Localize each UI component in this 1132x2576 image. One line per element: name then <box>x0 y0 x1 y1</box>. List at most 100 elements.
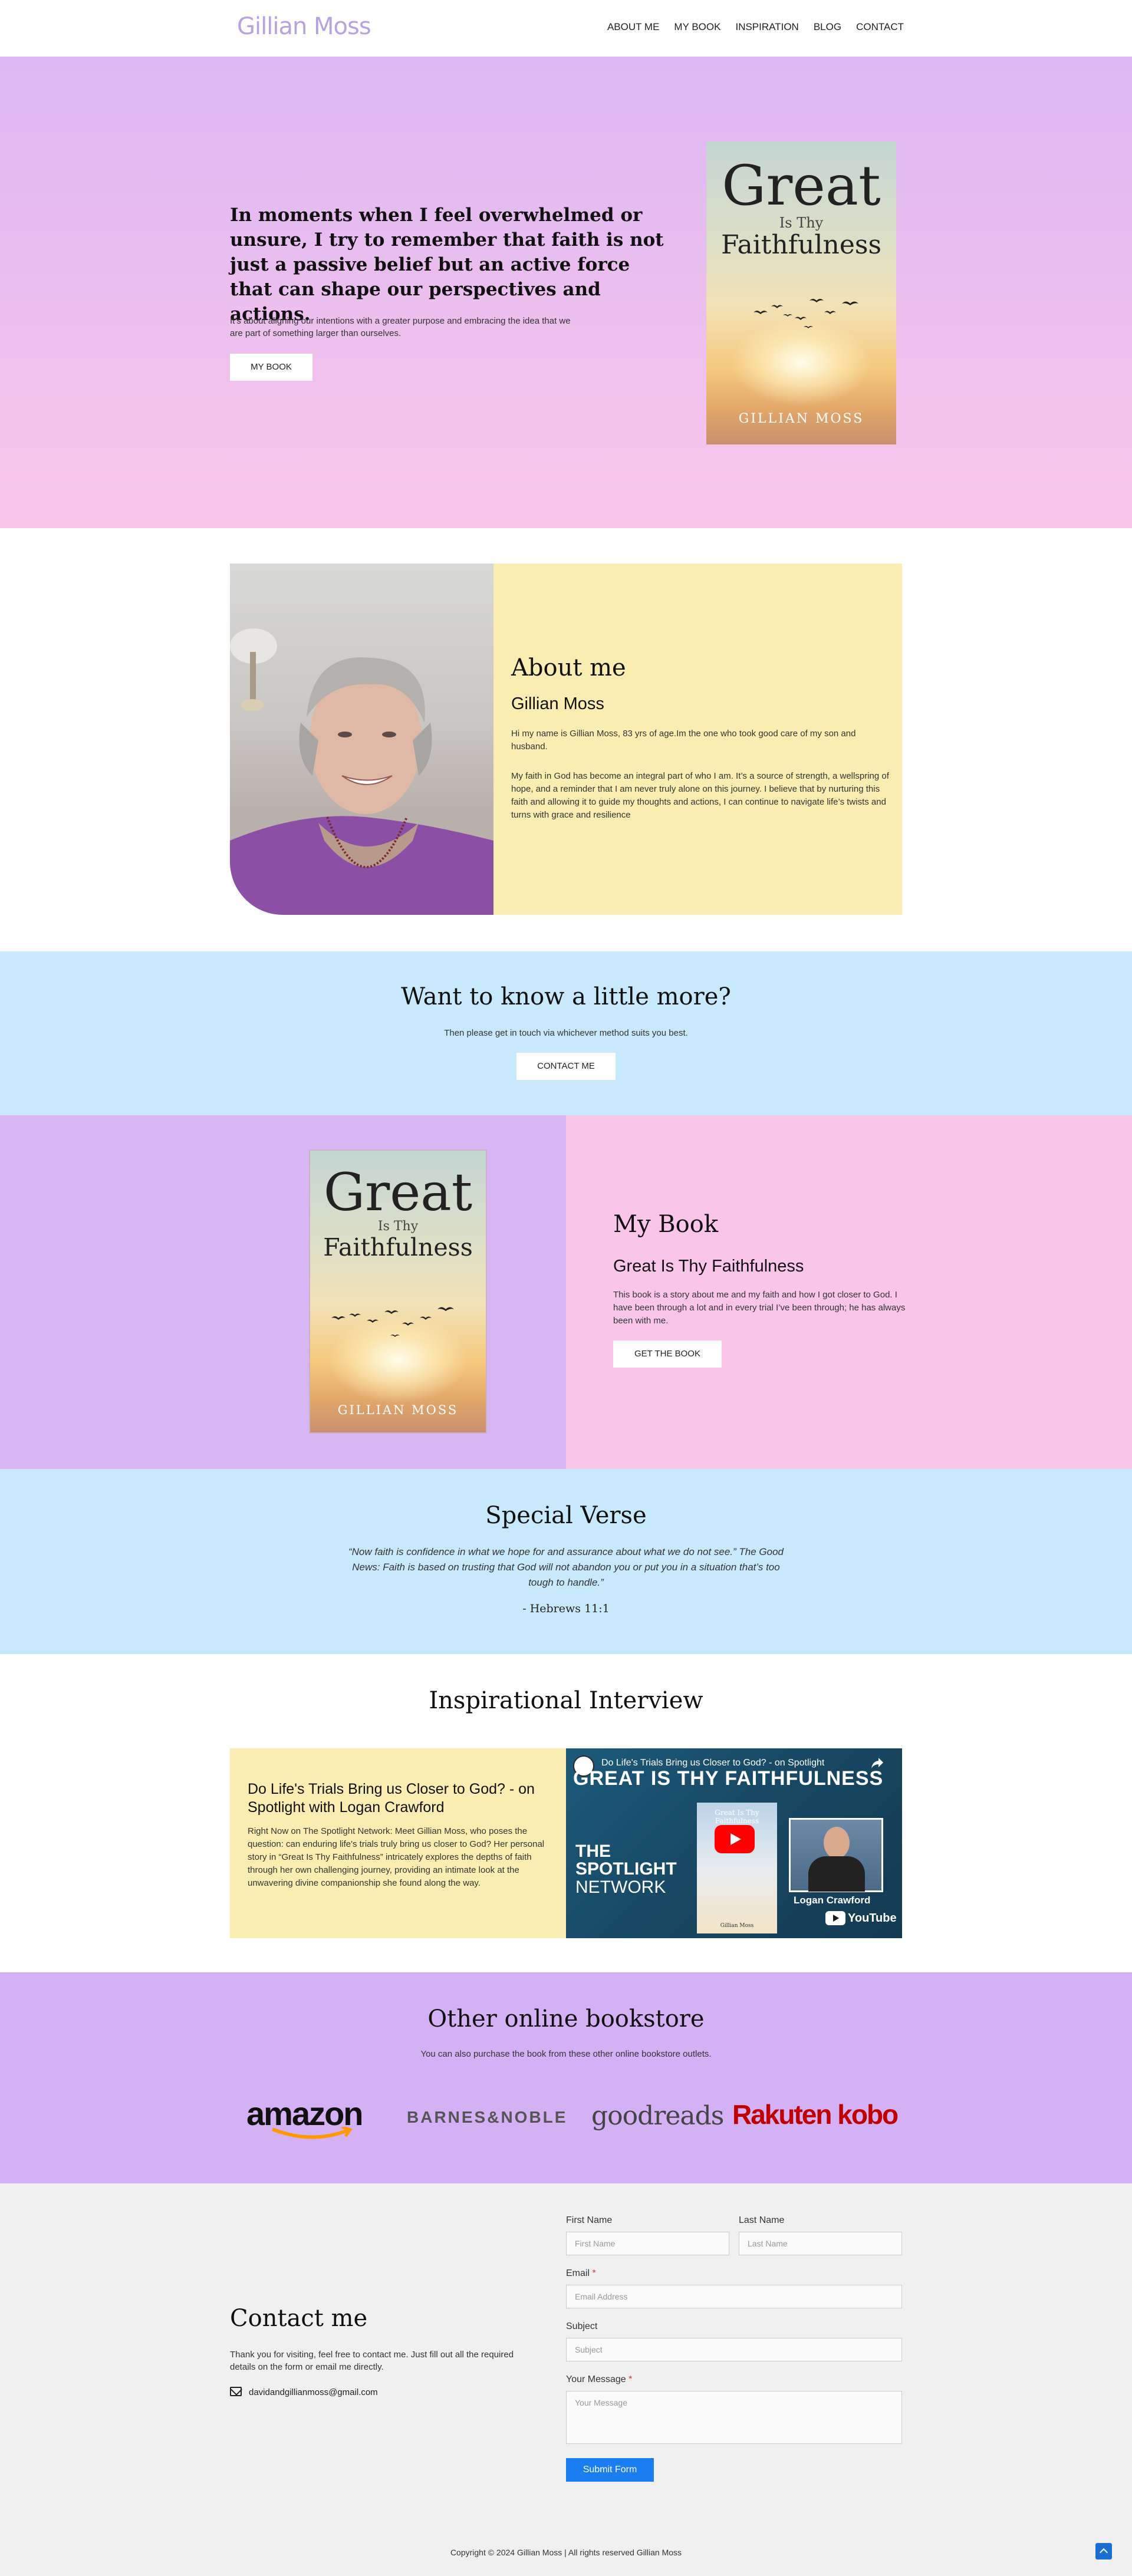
hero-subtext: It’s about aligning our intentions with … <box>230 316 571 338</box>
hero-quote: In moments when I feel overwhelmed or un… <box>230 205 664 325</box>
get-the-book-button[interactable]: GET THE BOOK <box>613 1340 722 1368</box>
interview-title: Inspirational Interview <box>429 1687 703 1714</box>
nav-blog[interactable]: BLOG <box>814 21 841 33</box>
interview-text-box: Do Life's Trials Bring us Closer to God?… <box>230 1748 566 1938</box>
gillian-portrait-photo <box>230 564 493 915</box>
cover-title-great: Great <box>722 154 881 218</box>
hero-book-cover: Great Is Thy Faithfulness GILLIAN MOSS <box>706 141 896 444</box>
birds-icon <box>753 299 858 328</box>
message-textarea[interactable]: Your Message <box>566 2391 902 2444</box>
youtube-play-button[interactable] <box>715 1825 755 1853</box>
stores-subtitle: You can also purchase the book from thes… <box>420 2049 712 2059</box>
network-line-3: NETWORK <box>575 1877 666 1897</box>
copyright-text: Copyright © 2024 Gillian Moss | All righ… <box>450 2548 682 2557</box>
amazon-wordmark: amazon <box>246 2095 364 2132</box>
hero-section: In moments when I feel overwhelmed or un… <box>0 57 1132 528</box>
contact-intro: Thank you for visiting, feel free to con… <box>230 2350 514 2372</box>
required-mark: * <box>628 2374 633 2384</box>
cover-title-is-thy: Is Thy <box>377 1219 419 1234</box>
first-name-label: First Name <box>566 2215 613 2225</box>
interview-headline: Do Life's Trials Bring us Closer to God?… <box>248 1781 535 1816</box>
about-title: About me <box>511 654 626 681</box>
mini-cover-title: Great Is Thy Faithfulness <box>715 1809 759 1825</box>
contact-section: Contact me Thank you for visiting, feel … <box>0 2183 1132 2576</box>
verse-reference: - Hebrews 11:1 <box>522 1602 610 1615</box>
video-mini-cover: Great Is Thy Faithfulness Gillian Moss <box>697 1803 777 1933</box>
message-label-text: Your Message <box>566 2374 626 2384</box>
play-icon <box>730 1833 741 1845</box>
my-book-cover-panel: Great Is Thy Faithfulness GILLIAN MOSS <box>0 1115 566 1469</box>
about-paragraph-1: Hi my name is Gillian Moss, 83 yrs of ag… <box>511 729 856 752</box>
subject-field[interactable]: Subject <box>566 2338 902 2361</box>
site-logo[interactable]: Gillian Moss <box>237 13 371 40</box>
cover-author: GILLIAN MOSS <box>738 411 864 426</box>
contact-title: Contact me <box>230 2305 368 2332</box>
rakuten-kobo-logo[interactable]: Rakuten kobo <box>732 2099 899 2130</box>
youtube-logo: YouTube <box>825 1911 897 1925</box>
mail-icon <box>230 2387 242 2396</box>
portrait-illustration <box>230 628 493 915</box>
email-label-text: Email <box>566 2268 590 2278</box>
host-name: Logan Crawford <box>794 1895 871 1906</box>
nav-contact[interactable]: CONTACT <box>856 21 904 33</box>
network-line-2: SPOTLIGHT <box>575 1859 677 1879</box>
know-more-section: Want to know a little more? Then please … <box>0 951 1132 1115</box>
youtube-wordmark: YouTube <box>848 1911 897 1925</box>
nav-about-me[interactable]: ABOUT ME <box>607 21 659 33</box>
interview-description: Right Now on The Spotlight Network: Meet… <box>248 1826 545 1888</box>
goodreads-logo[interactable]: goodreads <box>591 2101 724 2131</box>
contact-me-button[interactable]: CONTACT ME <box>516 1053 616 1080</box>
message-label: Your Message * <box>566 2374 632 2385</box>
my-book-button[interactable]: MY BOOK <box>230 354 312 381</box>
interview-section: Inspirational Interview Do Life's Trials… <box>0 1654 1132 1972</box>
about-paragraph-2: My faith in God has become an integral p… <box>511 771 889 820</box>
last-name-label: Last Name <box>739 2215 785 2225</box>
amazon-logo[interactable]: amazon <box>246 2097 383 2139</box>
my-book-cover: Great Is Thy Faithfulness GILLIAN MOSS <box>309 1149 487 1434</box>
about-section: About me Gillian Moss Hi my name is Gill… <box>230 564 902 915</box>
contact-email-link[interactable]: davidandgillianmoss@gmail.com <box>249 2387 378 2397</box>
site-header: Gillian Moss ABOUT ME MY BOOK INSPIRATIO… <box>0 0 1132 57</box>
about-name: Gillian Moss <box>511 694 604 713</box>
youtube-video-embed[interactable]: Do Life's Trials Bring us Closer to God?… <box>566 1748 902 1938</box>
mini-cover-author: Gillian Moss <box>720 1923 754 1929</box>
spotlight-network-logo: THE SPOTLIGHT NETWORK <box>575 1843 677 1897</box>
know-more-title: Want to know a little more? <box>401 983 731 1010</box>
email-label: Email * <box>566 2268 596 2279</box>
cover-title-faithfulness: Faithfulness <box>323 1233 473 1261</box>
network-line-1: THE <box>575 1842 611 1861</box>
cover-title-faithfulness: Faithfulness <box>720 230 882 260</box>
main-nav: ABOUT ME MY BOOK INSPIRATION BLOG CONTAC… <box>607 21 904 33</box>
cover-title-great: Great <box>323 1162 473 1223</box>
email-field[interactable]: Email Address <box>566 2285 902 2308</box>
verse-title: Special Verse <box>485 1502 647 1529</box>
cover-title-is-thy: Is Thy <box>779 215 824 231</box>
cover-author: GILLIAN MOSS <box>337 1403 459 1417</box>
host-suit <box>808 1856 865 1892</box>
verse-text: “Now faith is confidence in what we hope… <box>348 1546 784 1588</box>
stores-title: Other online bookstore <box>427 2005 705 2033</box>
host-photo <box>789 1818 883 1892</box>
subject-label: Subject <box>566 2321 598 2331</box>
amazon-smile-icon <box>271 2127 353 2139</box>
my-book-subtitle: Great Is Thy Faithfulness <box>613 1257 804 1276</box>
nav-my-book[interactable]: MY BOOK <box>674 21 720 33</box>
first-name-field[interactable]: First Name <box>566 2232 729 2255</box>
barnes-noble-logo[interactable]: BARNES&NOBLE <box>407 2108 567 2127</box>
required-mark: * <box>592 2268 596 2278</box>
my-book-description: This book is a story about me and my fai… <box>613 1290 906 1326</box>
my-book-section: Great Is Thy Faithfulness GILLIAN MOSS M… <box>0 1115 1132 1469</box>
bookstores-section: Other online bookstore You can also purc… <box>0 1972 1132 2183</box>
nav-inspiration[interactable]: INSPIRATION <box>735 21 798 33</box>
special-verse-section: Special Verse “Now faith is confidence i… <box>0 1469 1132 1654</box>
birds-icon <box>331 1307 454 1337</box>
my-book-text-panel: My Book Great Is Thy Faithfulness This b… <box>566 1115 1132 1469</box>
youtube-icon <box>825 1911 845 1925</box>
submit-form-button[interactable]: Submit Form <box>566 2458 654 2482</box>
about-text-box: About me Gillian Moss Hi my name is Gill… <box>493 564 902 915</box>
scroll-to-top-icon[interactable] <box>1095 2543 1112 2559</box>
host-head <box>824 1827 850 1859</box>
video-banner-title: GREAT IS THY FAITHFULNESS <box>573 1767 884 1790</box>
last-name-field[interactable]: Last Name <box>739 2232 902 2255</box>
my-book-title: My Book <box>613 1211 719 1238</box>
